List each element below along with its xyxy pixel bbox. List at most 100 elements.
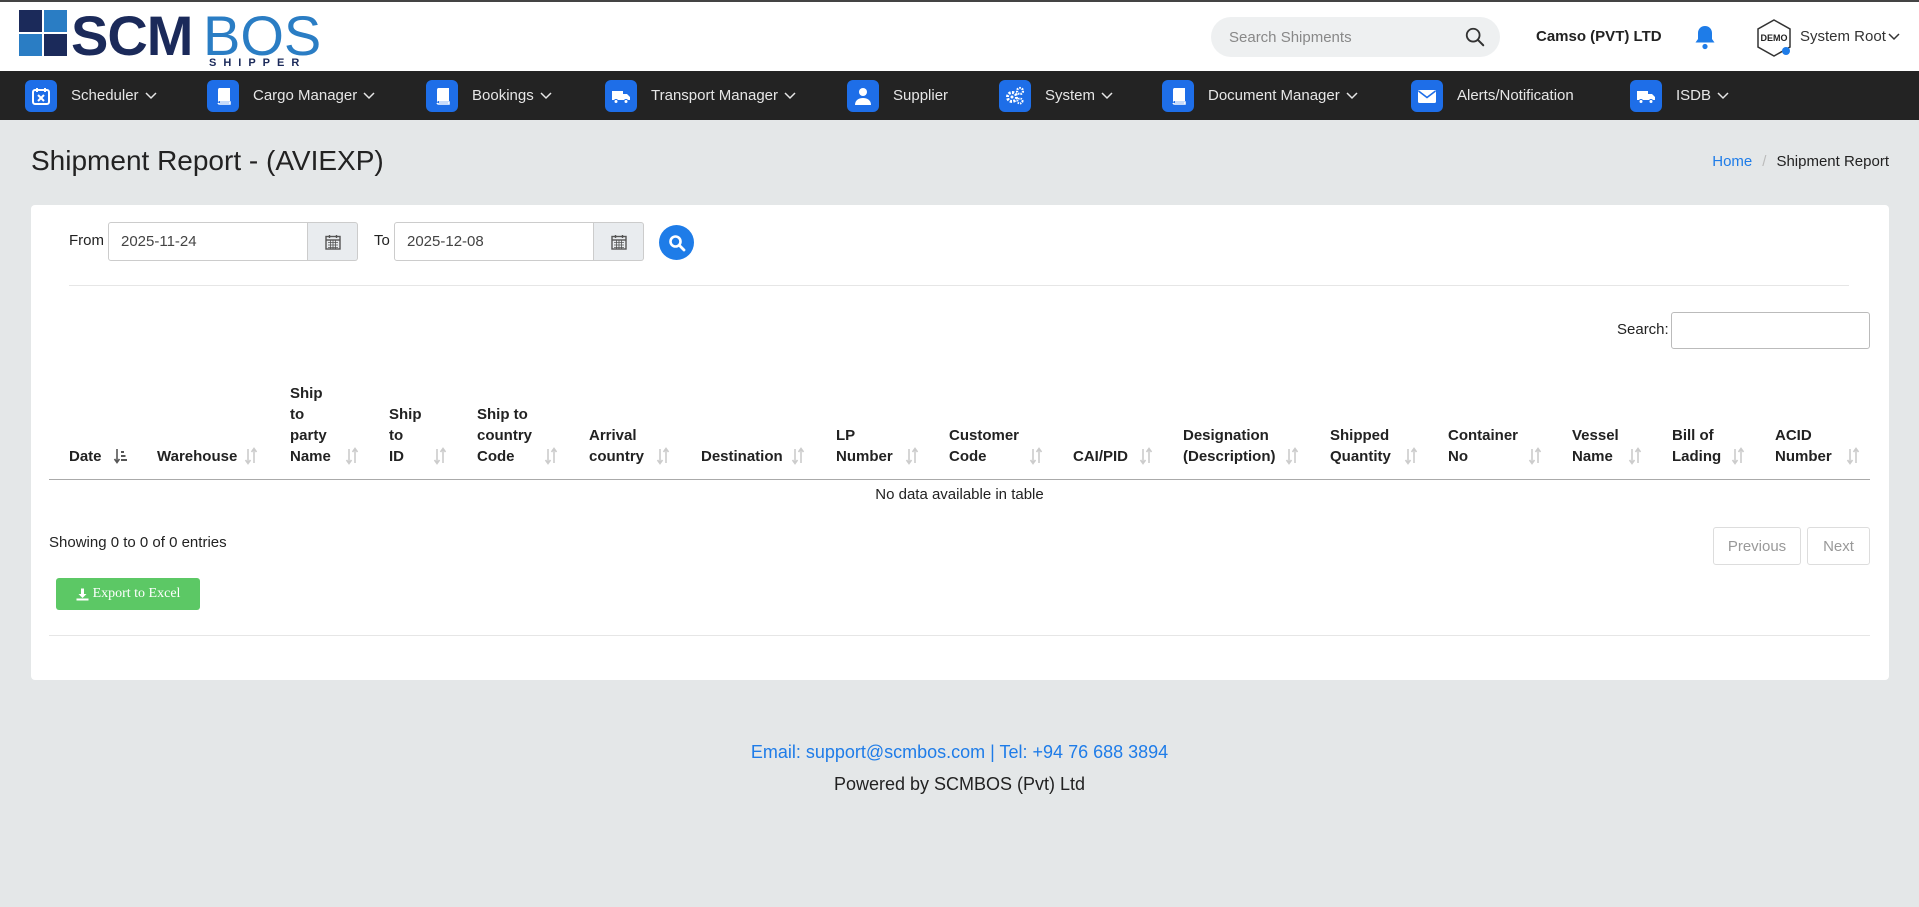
sort-icon[interactable]: [905, 447, 919, 465]
bottom-divider: [49, 635, 1870, 636]
footer-contact[interactable]: Email: support@scmbos.com | Tel: +94 76 …: [0, 742, 1919, 763]
th-acid-number[interactable]: ACID Number: [1775, 425, 1832, 467]
table-search-input[interactable]: [1671, 312, 1870, 349]
chevron-down-icon: [1101, 91, 1113, 99]
shipment-search-input[interactable]: [1229, 17, 1449, 57]
chevron-down-icon[interactable]: [1888, 33, 1900, 41]
th-ship-to-country-code[interactable]: Ship to country Code: [477, 404, 532, 467]
table-header-divider: [49, 479, 1870, 480]
demo-avatar-icon[interactable]: DEMO: [1755, 18, 1793, 58]
th-line: ACID: [1775, 427, 1812, 444]
th-container-no[interactable]: Container No: [1448, 425, 1518, 467]
nav-label: Transport Manager: [651, 87, 779, 104]
sort-icon[interactable]: [1139, 447, 1153, 465]
sort-icon[interactable]: [1731, 447, 1745, 465]
sort-icon[interactable]: [1628, 447, 1642, 465]
nav-scheduler[interactable]: Scheduler: [25, 71, 157, 120]
company-name: Camso (PVT) LTD: [1536, 28, 1662, 45]
truck-icon: [605, 79, 637, 112]
nav-bookings[interactable]: Bookings: [426, 71, 552, 120]
sort-icon[interactable]: [244, 447, 258, 465]
sort-icon[interactable]: [1528, 447, 1542, 465]
th-line: (Description): [1183, 448, 1276, 465]
nav-document-manager[interactable]: Document Manager: [1162, 71, 1358, 120]
search-icon[interactable]: [1464, 26, 1486, 48]
previous-button[interactable]: Previous: [1713, 527, 1801, 565]
report-card: From To Search: Date Warehouse Ship to p…: [31, 205, 1889, 680]
sort-icon[interactable]: [656, 447, 670, 465]
th-line: Name: [290, 448, 331, 465]
logo-squares-icon: [19, 10, 69, 58]
th-line: Shipped: [1330, 427, 1390, 444]
search-report-button[interactable]: [659, 225, 694, 260]
bell-icon[interactable]: [1693, 24, 1717, 50]
sort-icon[interactable]: [433, 447, 447, 465]
th-ship-to-party-name[interactable]: Ship to party Name: [290, 383, 331, 467]
th-customer-code[interactable]: Customer Code: [949, 425, 1019, 467]
th-line: No: [1448, 448, 1468, 465]
nav-alerts-notification[interactable]: Alerts/Notification: [1411, 71, 1574, 120]
book-icon: [1162, 79, 1194, 112]
to-date-group: [394, 222, 644, 261]
from-calendar-button[interactable]: [308, 222, 358, 261]
th-warehouse[interactable]: Warehouse: [157, 446, 237, 467]
from-date-input[interactable]: [108, 222, 308, 261]
sort-icon[interactable]: [1846, 447, 1860, 465]
nav-system[interactable]: System: [999, 71, 1113, 120]
sort-icon[interactable]: [1029, 447, 1043, 465]
th-line: Date: [69, 448, 102, 465]
th-line: CAI/PID: [1073, 448, 1129, 465]
th-date[interactable]: Date: [69, 446, 102, 467]
sort-icon[interactable]: [1404, 447, 1418, 465]
sort-ascending-icon[interactable]: [113, 447, 127, 465]
search-icon: [668, 234, 685, 251]
export-to-excel-button[interactable]: Export to Excel: [56, 578, 200, 610]
chevron-down-icon: [145, 91, 157, 99]
user-icon: [847, 79, 879, 112]
th-bill-of-lading[interactable]: Bill of Lading: [1672, 425, 1721, 467]
th-line: Ship to: [477, 406, 528, 423]
next-button[interactable]: Next: [1807, 527, 1870, 565]
shipment-search: [1211, 17, 1500, 57]
breadcrumb-home-link[interactable]: Home: [1712, 153, 1752, 170]
th-line: Bill of: [1672, 427, 1714, 444]
envelope-icon: [1411, 79, 1443, 112]
th-line: Code: [949, 448, 987, 465]
th-line: Quantity: [1330, 448, 1391, 465]
th-lp-number[interactable]: LP Number: [836, 425, 893, 467]
calendar-icon: [610, 234, 627, 250]
to-date-input[interactable]: [394, 222, 594, 261]
sort-icon[interactable]: [1285, 447, 1299, 465]
th-arrival-country[interactable]: Arrival country: [589, 425, 644, 467]
logo-tagline: SHIPPER: [209, 57, 307, 69]
logo-text-scm: SCM: [71, 4, 193, 67]
table-search-label: Search:: [1617, 321, 1669, 338]
th-line: country: [589, 448, 645, 465]
chevron-down-icon: [540, 91, 552, 99]
page-title: Shipment Report - (AVIEXP): [31, 145, 384, 176]
nav-supplier[interactable]: Supplier: [847, 71, 948, 120]
chevron-down-icon: [784, 91, 796, 99]
sort-icon[interactable]: [791, 447, 805, 465]
th-destination[interactable]: Destination: [701, 446, 783, 467]
scmbos-logo[interactable]: SCM BOS SHIPPER: [19, 6, 329, 70]
sort-icon[interactable]: [345, 447, 359, 465]
th-shipped-quantity[interactable]: Shipped Quantity: [1330, 425, 1391, 467]
th-vessel-name[interactable]: Vessel Name: [1572, 425, 1619, 467]
th-designation[interactable]: Designation (Description): [1183, 425, 1276, 467]
to-calendar-button[interactable]: [594, 222, 644, 261]
chevron-down-icon: [1717, 91, 1729, 99]
th-cai-pid[interactable]: CAI/PID: [1073, 446, 1128, 467]
nav-cargo-manager[interactable]: Cargo Manager: [207, 71, 375, 120]
th-ship-to-id[interactable]: Ship to ID: [389, 404, 422, 467]
nav-transport-manager[interactable]: Transport Manager: [605, 71, 796, 120]
to-label: To: [374, 232, 390, 249]
nav-isdb[interactable]: ISDB: [1630, 71, 1729, 120]
th-line: Designation: [1183, 427, 1269, 444]
th-line: Number: [1775, 448, 1832, 465]
sort-icon[interactable]: [544, 447, 558, 465]
nav-label: Document Manager: [1208, 87, 1340, 104]
table-empty-message: No data available in table: [875, 486, 1044, 503]
th-line: Name: [1572, 448, 1613, 465]
user-menu[interactable]: System Root: [1800, 28, 1886, 45]
